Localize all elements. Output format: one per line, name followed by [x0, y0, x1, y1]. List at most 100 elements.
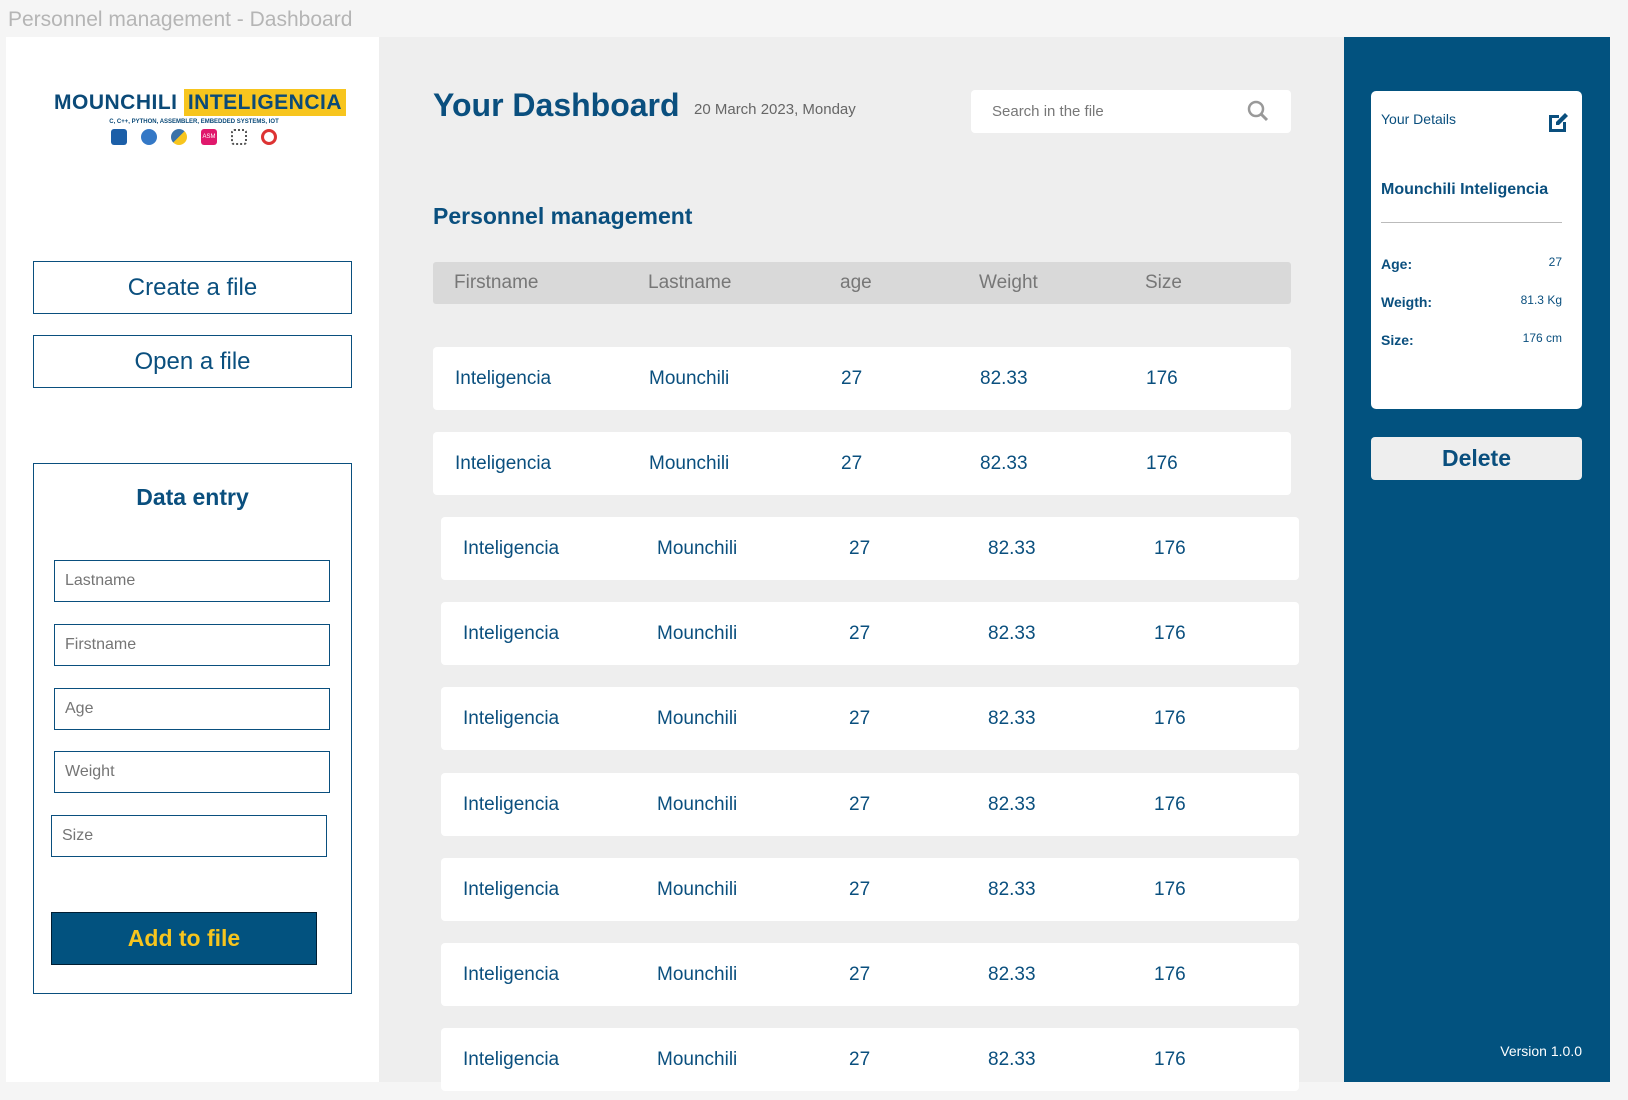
table-cell: Inteligencia	[463, 793, 560, 815]
sidebar: MOUNCHILI INTELIGENCIA C, C++, PYTHON, A…	[6, 37, 379, 1082]
table-cell: 27	[849, 622, 871, 644]
date-label: 20 March 2023, Monday	[694, 101, 856, 118]
weight-value: 81.3 Kg	[1520, 293, 1562, 307]
table-cell: Mounchili	[657, 622, 738, 644]
table-cell: 82.33	[988, 537, 1036, 559]
table-cell: Mounchili	[657, 793, 738, 815]
table-row[interactable]: Inteligencia Mounchili 27 82.33 176	[433, 347, 1291, 410]
search-placeholder: Search in the file	[992, 103, 1104, 120]
page-title: Your Dashboard	[433, 87, 680, 123]
table-cell: 82.33	[988, 707, 1036, 729]
iot-icon	[261, 129, 277, 145]
age-value: 27	[1548, 255, 1562, 269]
logo-text-2: INTELIGENCIA	[183, 89, 347, 116]
cpp-icon	[141, 129, 157, 145]
table-cell: Inteligencia	[463, 537, 560, 559]
data-entry-title: Data entry	[136, 484, 249, 510]
table-cell: 27	[849, 963, 871, 985]
data-entry-form: Data entry Add to file	[33, 463, 352, 994]
weight-label: Weigth:	[1381, 294, 1433, 310]
weight-input[interactable]	[54, 751, 330, 793]
logo: MOUNCHILI INTELIGENCIA C, C++, PYTHON, A…	[54, 89, 347, 145]
table-cell: 82.33	[988, 793, 1036, 815]
table-cell: Mounchili	[649, 452, 730, 474]
table-cell: 27	[849, 537, 871, 559]
table-cell: 176	[1154, 793, 1186, 815]
table-cell: 27	[849, 793, 871, 815]
column-header[interactable]: Weight	[979, 272, 1038, 294]
table-row[interactable]: Inteligencia Mounchili 27 82.33 176	[441, 1028, 1299, 1091]
table-cell: Inteligencia	[463, 707, 560, 729]
table-cell: 176	[1146, 367, 1178, 389]
lastname-input[interactable]	[54, 560, 330, 602]
table-cell: 176	[1154, 1048, 1186, 1070]
table-row[interactable]: Inteligencia Mounchili 27 82.33 176	[441, 858, 1299, 921]
table-cell: 176	[1154, 963, 1186, 985]
table-row[interactable]: Inteligencia Mounchili 27 82.33 176	[441, 687, 1299, 750]
table-row[interactable]: Inteligencia Mounchili 27 82.33 176	[441, 773, 1299, 836]
table-cell: Mounchili	[657, 707, 738, 729]
table-cell: Inteligencia	[463, 878, 560, 900]
table-row[interactable]: Inteligencia Mounchili 27 82.33 176	[441, 517, 1299, 580]
details-panel: Your Details Mounchili Inteligencia Age:…	[1344, 37, 1610, 1082]
details-title: Your Details	[1381, 111, 1456, 127]
open-file-button[interactable]: Open a file	[33, 335, 352, 388]
column-header[interactable]: Lastname	[648, 272, 731, 294]
logo-text-1: MOUNCHILI	[54, 91, 178, 114]
version-label: Version 1.0.0	[1500, 1043, 1582, 1059]
size-value: 176 cm	[1522, 331, 1562, 345]
table-cell: Inteligencia	[455, 367, 552, 389]
logo-tagline: C, C++, PYTHON, ASSEMBLER, EMBEDDED SYST…	[109, 119, 279, 125]
table-cell: 27	[849, 878, 871, 900]
table-cell: Mounchili	[657, 963, 738, 985]
divider	[1381, 222, 1562, 223]
table-cell: Mounchili	[657, 537, 738, 559]
table-cell: 27	[841, 452, 863, 474]
asm-icon: ASM	[201, 129, 217, 145]
table-cell: 27	[849, 707, 871, 729]
table-cell: 176	[1146, 452, 1178, 474]
size-label: Size:	[1381, 332, 1414, 348]
table-cell: 27	[841, 367, 863, 389]
column-header[interactable]: age	[840, 272, 872, 294]
details-name: Mounchili Inteligencia	[1381, 181, 1549, 198]
age-input[interactable]	[54, 688, 330, 730]
table-cell: Mounchili	[649, 367, 730, 389]
column-header[interactable]: Firstname	[454, 272, 538, 294]
table-cell: 176	[1154, 622, 1186, 644]
table-cell: 176	[1154, 878, 1186, 900]
table-cell: Mounchili	[657, 878, 738, 900]
table-cell: 27	[849, 1048, 871, 1070]
edit-icon[interactable]	[1546, 109, 1572, 135]
chip-icon	[231, 129, 247, 145]
column-header[interactable]: Size	[1145, 272, 1182, 294]
section-title: Personnel management	[433, 203, 693, 229]
add-to-file-button[interactable]: Add to file	[51, 912, 317, 965]
firstname-input[interactable]	[54, 624, 330, 666]
table-cell: Inteligencia	[463, 1048, 560, 1070]
window-title: Personnel management - Dashboard	[8, 8, 353, 31]
create-file-button[interactable]: Create a file	[33, 261, 352, 314]
table-cell: 82.33	[988, 1048, 1036, 1070]
table-cell: 82.33	[988, 963, 1036, 985]
size-input[interactable]	[51, 815, 327, 857]
python-icon	[171, 129, 187, 145]
table-row[interactable]: Inteligencia Mounchili 27 82.33 176	[441, 943, 1299, 1006]
details-card: Your Details Mounchili Inteligencia Age:…	[1371, 91, 1582, 409]
table-cell: 176	[1154, 537, 1186, 559]
search-input[interactable]: Search in the file	[971, 90, 1291, 133]
table-row[interactable]: Inteligencia Mounchili 27 82.33 176	[433, 432, 1291, 495]
table-cell: 82.33	[988, 878, 1036, 900]
search-icon[interactable]	[1247, 100, 1269, 122]
table-cell: Inteligencia	[463, 963, 560, 985]
age-label: Age:	[1381, 256, 1413, 272]
table-cell: Inteligencia	[455, 452, 552, 474]
table-header: Firstname Lastname age Weight Size	[433, 262, 1291, 304]
c-icon	[111, 129, 127, 145]
table-cell: Inteligencia	[463, 622, 560, 644]
table-row[interactable]: Inteligencia Mounchili 27 82.33 176	[441, 602, 1299, 665]
table-cell: Mounchili	[657, 1048, 738, 1070]
table-cell: 82.33	[980, 367, 1028, 389]
delete-button[interactable]: Delete	[1371, 437, 1582, 480]
main-content: Your Dashboard 20 March 2023, Monday Sea…	[379, 37, 1344, 1091]
